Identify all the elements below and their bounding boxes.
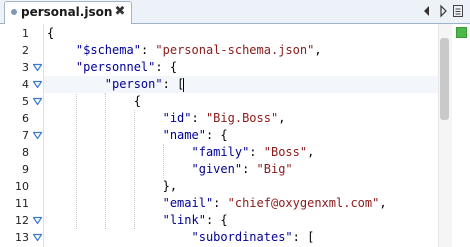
json-string: "personal-schema.json"	[155, 43, 315, 57]
line-number: 2	[22, 44, 29, 57]
json-string: "Boss"	[263, 145, 308, 159]
json-key: "personnel"	[75, 60, 156, 74]
line-number: 10	[15, 180, 29, 193]
json-key: "id"	[162, 111, 192, 125]
json-punctuation: : {	[205, 128, 228, 142]
fold-toggle-icon[interactable]	[33, 80, 42, 89]
json-punctuation: : {	[205, 213, 228, 227]
json-key: "link"	[162, 213, 206, 227]
fold-toggle-icon[interactable]	[33, 97, 42, 106]
validation-status-icon[interactable]	[456, 27, 467, 38]
json-key: "subordinates"	[191, 230, 293, 244]
code-line[interactable]: "personnel": {	[47, 59, 177, 76]
code-line[interactable]: },	[47, 178, 177, 195]
line-number: 7	[22, 129, 29, 142]
line-number: 11	[15, 197, 29, 210]
code-line[interactable]: "person": [	[47, 76, 185, 93]
json-punctuation: :	[249, 145, 264, 159]
text-caret	[183, 77, 185, 92]
json-punctuation: ,	[307, 145, 315, 159]
json-punctuation	[47, 145, 192, 159]
code-line[interactable]: "$schema": "personal-schema.json",	[47, 42, 322, 59]
json-punctuation: ,	[278, 111, 286, 125]
json-punctuation: {	[47, 94, 141, 108]
line-number: 9	[22, 163, 29, 176]
fold-toggle-icon[interactable]	[33, 216, 42, 225]
json-punctuation: : [	[162, 77, 185, 91]
json-punctuation	[47, 162, 192, 176]
code-line[interactable]: {	[47, 25, 54, 42]
json-key: "name"	[162, 128, 206, 142]
tab-title: personal.json	[21, 5, 113, 19]
json-punctuation: {	[47, 26, 55, 40]
line-number-gutter: 1 2 3 4 5 6 7 8 9 10 11 12 13	[0, 24, 44, 247]
triangle-left-icon[interactable]	[420, 3, 434, 19]
scrollbar-thumb[interactable]	[440, 38, 449, 120]
code-line[interactable]: "subordinates": [	[47, 229, 315, 246]
fold-toggle-icon[interactable]	[33, 131, 42, 140]
line-number: 5	[22, 95, 29, 108]
json-punctuation: :	[242, 162, 257, 176]
json-punctuation: ,	[379, 196, 387, 210]
json-punctuation	[47, 77, 105, 91]
line-number: 3	[22, 61, 29, 74]
code-line[interactable]: "email": "chief@oxygenxml.com",	[47, 195, 387, 212]
json-string: "Big.Boss"	[205, 111, 279, 125]
json-key: "$schema"	[75, 43, 141, 57]
code-line[interactable]: "id": "Big.Boss",	[47, 110, 286, 127]
json-punctuation: : [	[292, 230, 315, 244]
error-marker-strip	[452, 24, 470, 247]
triangle-right-icon[interactable]	[436, 3, 450, 19]
line-number: 4	[22, 78, 29, 91]
code-line[interactable]: "link": {	[47, 212, 228, 229]
json-string: "Big"	[256, 162, 293, 176]
json-punctuation: },	[47, 179, 178, 193]
code-line[interactable]: "given": "Big"	[47, 161, 293, 178]
json-punctuation	[47, 111, 163, 125]
json-string: "chief@oxygenxml.com"	[227, 196, 380, 210]
json-key: "email"	[162, 196, 214, 210]
editor-tab-bar: personal.json ✖	[0, 0, 470, 24]
json-punctuation: :	[140, 43, 156, 57]
fold-toggle-icon[interactable]	[33, 233, 42, 242]
json-punctuation	[47, 196, 163, 210]
json-punctuation	[47, 128, 163, 142]
fold-toggle-icon[interactable]	[33, 63, 42, 72]
code-editor[interactable]: 1 2 3 4 5 6 7 8 9 10 11 12 13 { "$schema": "personal…	[0, 24, 470, 247]
json-punctuation	[47, 43, 76, 57]
json-punctuation: ,	[314, 43, 322, 57]
json-key: "family"	[191, 145, 250, 159]
line-number: 13	[15, 231, 29, 244]
tab-close-button[interactable]: ✖	[113, 4, 127, 20]
line-number: 6	[22, 112, 29, 125]
line-number: 12	[15, 214, 29, 227]
json-key: "given"	[191, 162, 243, 176]
json-punctuation	[47, 213, 163, 227]
json-key: "person"	[104, 77, 163, 91]
json-punctuation	[47, 230, 192, 244]
json-punctuation: :	[191, 111, 206, 125]
document-status-dot-icon	[11, 9, 17, 15]
editor-list-icon[interactable]	[451, 3, 465, 19]
code-line[interactable]: {	[47, 93, 141, 110]
json-punctuation: :	[213, 196, 228, 210]
json-punctuation	[47, 60, 76, 74]
json-editor-window: personal.json ✖ 1 2 3 4 5 6 7 8 9 10 11 12 13 { "$sc…	[0, 0, 470, 247]
code-line[interactable]: "name": {	[47, 127, 228, 144]
text-area[interactable]: { "$schema": "personal-schema.json", "pe…	[44, 24, 438, 247]
editor-tab-personal-json[interactable]: personal.json ✖	[4, 1, 132, 24]
line-number: 1	[22, 27, 29, 40]
json-punctuation: : {	[155, 60, 178, 74]
code-line[interactable]: "family": "Boss",	[47, 144, 315, 161]
line-number: 8	[22, 146, 29, 159]
